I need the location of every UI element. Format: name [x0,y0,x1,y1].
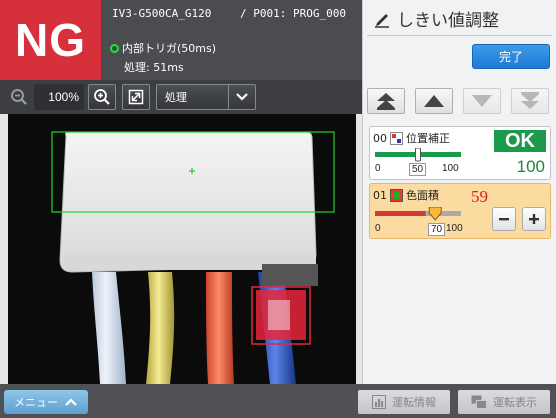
tool-card-position[interactable]: 00 位置補正 OK 0 50 100 100 [369,126,551,180]
double-up-arrow-icon [377,93,395,110]
slider-handle[interactable] [415,148,421,162]
slider-handle[interactable] [428,207,442,221]
decrement-button[interactable] [492,207,516,231]
down-arrow-icon [472,95,492,107]
threshold-slider[interactable] [375,207,475,221]
ok-status-badge: OK [494,130,546,152]
pencil-icon [375,13,389,28]
move-up-button[interactable] [415,88,453,114]
minus-icon [499,218,509,221]
tool-value: 100 [516,157,545,176]
bottom-bar: メニュー 運転情報 運転表示 [0,384,556,418]
zoom-out-icon [11,89,27,105]
plus-icon [529,214,539,224]
tool-id: 00 [373,131,387,145]
tool-value: 59 [471,187,488,206]
status-header: NG IV3-G500CA_G120 / P001: PROG_000 内部トリ… [0,0,362,80]
trigger-status: 内部トリガ(50ms) [110,40,216,56]
camera-image [0,114,362,384]
tool-id: 01 [373,188,387,202]
view-select[interactable]: 処理 [156,84,256,110]
slider-fill [375,211,426,216]
zoom-in-button[interactable] [88,84,116,110]
move-down-button[interactable] [463,88,501,114]
tool-card-color-area[interactable]: 01 色面積 59 0 70 100 [369,183,551,239]
zoom-out-button[interactable] [6,84,32,110]
chevron-up-icon [65,398,77,406]
zoom-level: 100% [34,84,84,110]
image-toolbar: 100% 処理 [0,80,362,114]
double-down-arrow-icon [521,92,539,109]
threshold-slider[interactable] [375,148,475,162]
title-divider [367,35,552,36]
result-badge: NG [0,0,101,80]
expand-icon [128,89,144,105]
windows-icon [471,395,487,409]
trigger-indicator-icon [110,43,119,53]
process-time: 処理: 51ms [124,61,184,74]
move-top-button[interactable] [367,88,405,114]
view-select-value: 処理 [165,91,187,104]
done-button[interactable]: 完了 [472,44,550,69]
fit-to-screen-button[interactable] [122,84,150,110]
run-display-label: 運転表示 [493,396,537,409]
color-area-icon [390,188,403,202]
move-bottom-button[interactable] [511,88,549,114]
run-info-button[interactable]: 運転情報 [358,390,450,414]
menu-label: メニュー [14,396,58,409]
tool-name: 色面積 [406,189,439,202]
slider-threshold-value[interactable]: 70 [428,223,446,236]
slider-threshold-value[interactable]: 50 [409,163,427,176]
panel-title-text: しきい値調整 [397,11,499,31]
tool-title: 01 色面積 [373,187,439,203]
camera-image-view[interactable] [0,114,362,384]
program-name: / P001: PROG_000 [240,7,346,20]
chevron-down-icon [228,85,255,109]
run-display-button[interactable]: 運転表示 [458,390,550,414]
zoom-in-icon [94,89,110,105]
tool-title: 00 位置補正 [373,130,450,146]
threshold-panel: しきい値調整 完了 00 位置補正 OK 0 50 100 100 01 色面積… [362,0,556,384]
bar-chart-icon [372,395,386,409]
trigger-label: 内部トリガ(50ms) [122,42,217,55]
increment-button[interactable] [522,207,546,231]
menu-button[interactable]: メニュー [4,390,88,414]
slider-min: 0 [375,223,381,234]
up-arrow-icon [424,95,444,107]
slider-max: 100 [442,163,459,174]
run-info-label: 運転情報 [392,396,436,409]
panel-title: しきい値調整 [373,6,499,31]
tool-name: 位置補正 [406,132,450,145]
slider-max: 100 [446,223,463,234]
device-name: IV3-G500CA_G120 [112,7,212,20]
slider-min: 0 [375,163,381,174]
position-adjust-icon [390,131,403,145]
